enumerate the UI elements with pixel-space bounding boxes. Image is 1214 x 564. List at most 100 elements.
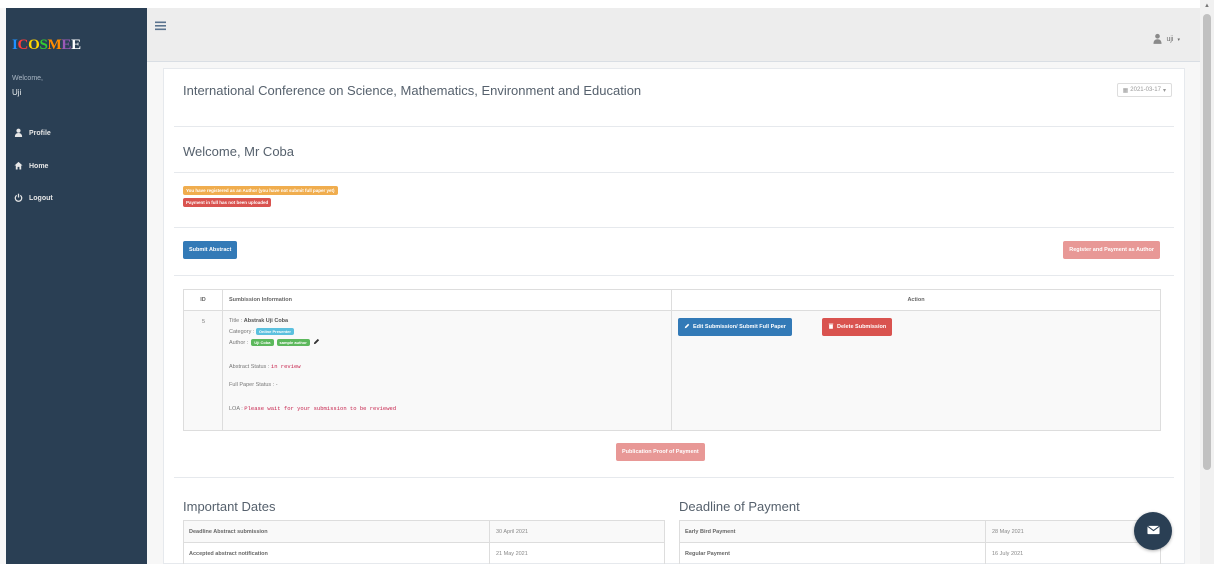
page-title: International Conference on Science, Mat… <box>183 83 642 98</box>
full-paper-status: Full Paper Status : - <box>229 382 278 388</box>
edit-submission-label: Edit Submission/ Submit Full Paper <box>693 324 786 330</box>
trash-icon <box>828 323 834 331</box>
payment-label: Early Bird Payment <box>685 529 736 535</box>
sidebar-item-logout[interactable]: Logout <box>14 193 53 204</box>
author-status-badge: You have registered as an Author (you ha… <box>183 186 338 195</box>
publication-proof-button[interactable]: Publication Proof of Payment <box>616 443 705 461</box>
sidebar-item-profile[interactable]: Profile <box>14 128 51 139</box>
submit-abstract-button[interactable]: Submit Abstract <box>183 241 238 259</box>
date-value: 21 May 2021 <box>496 551 528 557</box>
table-row: Accepted abstract notification 21 May 20… <box>184 543 664 564</box>
calendar-icon: ▦ <box>1122 87 1129 94</box>
edit-submission-button[interactable]: Edit Submission/ Submit Full Paper <box>678 318 792 336</box>
important-dates-table: Deadline Abstract submission 30 April 20… <box>183 520 665 564</box>
submission-id: 5 <box>202 319 206 325</box>
home-icon <box>14 161 23 172</box>
sidebar-welcome-label: Welcome, <box>12 75 43 82</box>
welcome-heading: Welcome, Mr Coba <box>183 144 295 159</box>
date-label: Accepted abstract notification <box>189 551 268 557</box>
brand-logo[interactable]: ICOSMEE <box>12 37 81 54</box>
user-menu[interactable]: uji ▾ <box>1153 33 1180 46</box>
scroll-up-arrow-icon[interactable]: ▲ <box>1204 3 1210 9</box>
divider <box>174 227 1174 228</box>
loa-row: LOA : Please wait for your submission to… <box>229 405 396 412</box>
user-avatar-icon <box>1153 33 1163 46</box>
pencil-icon[interactable] <box>313 338 320 347</box>
submission-title: Abstrak Uji Coba <box>243 318 289 324</box>
brand-letter: O <box>28 37 40 53</box>
divider <box>174 126 1174 127</box>
table-column-divider <box>671 290 672 430</box>
brand-letter: M <box>47 37 62 53</box>
cell-divider <box>985 543 986 564</box>
caret-down-icon: ▾ <box>1162 87 1166 94</box>
payment-date: 16 July 2021 <box>992 551 1024 557</box>
user-icon <box>14 128 23 139</box>
sidebar-item-home[interactable]: Home <box>14 161 48 172</box>
envelope-icon <box>1146 525 1160 537</box>
date-value: 30 April 2021 <box>496 529 529 535</box>
title-label: Title : <box>229 318 243 324</box>
important-dates-title: Important Dates <box>183 499 276 514</box>
pencil-icon <box>684 323 690 331</box>
sidebar-item-label: Home <box>29 163 49 170</box>
abstract-status-label: Abstract Status : <box>229 364 270 370</box>
date-dropdown-button[interactable]: ▦ 2021-03-17 ▾ <box>1116 83 1172 97</box>
sidebar-user-name: Uji <box>12 88 22 97</box>
date-label: Deadline Abstract submission <box>189 529 268 535</box>
submission-author-row: Author : Uji Coba sample author <box>229 338 320 347</box>
sidebar-item-label: Profile <box>29 130 51 137</box>
brand-letter: E <box>61 37 72 53</box>
deadline-payment-table: Early Bird Payment 28 May 2021 Regular P… <box>679 520 1161 564</box>
scrollbar-thumb[interactable] <box>1203 14 1211 470</box>
table-header-info: Sumbission Information <box>223 290 671 311</box>
payment-date: 28 May 2021 <box>992 529 1024 535</box>
cell-divider <box>489 543 490 564</box>
author-label: Author : <box>229 339 249 346</box>
brand-letter: C <box>17 37 29 53</box>
author-badge: sample author <box>276 339 310 346</box>
divider <box>174 275 1174 276</box>
table-row: Deadline Abstract submission 30 April 20… <box>184 521 664 543</box>
caret-down-icon: ▾ <box>1177 36 1180 43</box>
brand-letter: S <box>39 37 48 53</box>
table-column-divider <box>222 290 223 430</box>
deadline-payment-title: Deadline of Payment <box>679 499 800 514</box>
abstract-status-row: Abstract Status : in review <box>229 363 301 370</box>
delete-submission-label: Delete Submission <box>837 324 887 330</box>
page: ICOSMEE Welcome, Uji Profile Home Logout… <box>0 0 1214 564</box>
sidebar: ICOSMEE Welcome, Uji Profile Home Logout <box>6 8 147 564</box>
submission-title-row: Title : Abstrak Uji Coba <box>229 318 288 324</box>
payment-status-badge: Payment in full has not been uploaded <box>183 198 272 207</box>
top-strip <box>0 0 1214 8</box>
table-header-id: ID <box>184 290 222 311</box>
category-badge: Online Presenter <box>255 328 294 335</box>
delete-submission-button[interactable]: Delete Submission <box>822 318 893 336</box>
cell-divider <box>985 521 986 543</box>
cell-divider <box>489 521 490 543</box>
top-navbar: uji ▾ <box>147 8 1200 62</box>
loa-label: LOA : <box>229 406 243 412</box>
category-label: Category : <box>229 329 255 335</box>
submission-table: ID Sumbission Information Action 5 Title… <box>183 289 1161 431</box>
divider <box>174 477 1174 478</box>
power-icon <box>14 193 23 204</box>
brand-letter: E <box>71 37 81 53</box>
main-panel: International Conference on Science, Mat… <box>163 68 1185 564</box>
payment-label: Regular Payment <box>685 551 730 557</box>
abstract-status-value: in review <box>270 363 301 370</box>
user-menu-label: uji <box>1166 36 1174 43</box>
register-payment-button[interactable]: Register and Payment as Author <box>1063 241 1160 259</box>
author-badge: Uji Coba <box>251 339 274 346</box>
sidebar-item-label: Logout <box>29 195 53 202</box>
loa-value: Please wait for your submission to be re… <box>244 405 397 412</box>
submission-category-row: Category : Online Presenter <box>229 328 297 335</box>
table-row: Regular Payment 16 July 2021 <box>680 543 1160 564</box>
date-label: 2021-03-17 <box>1130 87 1161 93</box>
page-scrollbar[interactable]: ▲ <box>1200 0 1214 564</box>
table-header-action: Action <box>672 290 1160 311</box>
divider <box>174 172 1174 173</box>
menu-toggle-icon[interactable] <box>155 20 167 32</box>
chat-button[interactable] <box>1134 512 1172 550</box>
table-row: Early Bird Payment 28 May 2021 <box>680 521 1160 543</box>
